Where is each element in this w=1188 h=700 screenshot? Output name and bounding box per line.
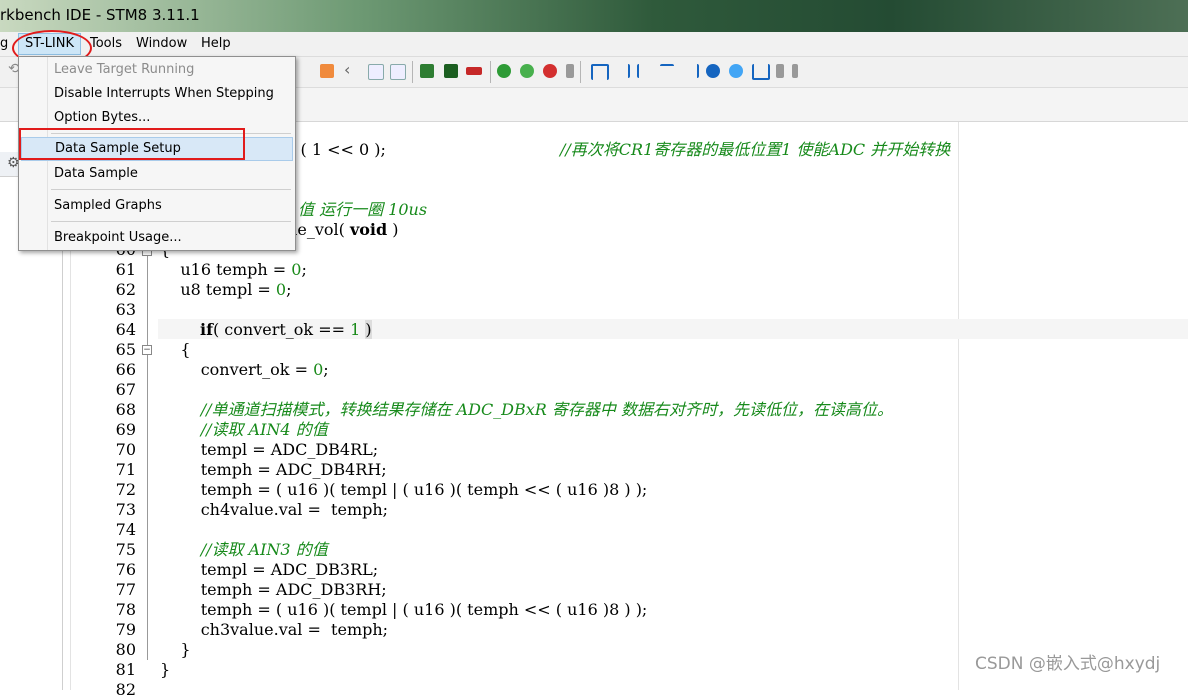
step-out-icon[interactable]	[637, 64, 653, 78]
download-icon[interactable]	[420, 64, 434, 78]
line-number: 73	[115, 500, 136, 519]
line-number: 70	[115, 440, 136, 459]
memory-icon[interactable]	[466, 67, 482, 75]
code-comment-partial: 值 运行一圈 10us	[298, 200, 428, 219]
code-line-partial: ple_vol( void )	[282, 220, 399, 239]
line-number: 71	[115, 460, 136, 479]
step-over-icon[interactable]	[591, 64, 609, 80]
line-number: 68	[115, 400, 136, 419]
play-icon[interactable]	[706, 64, 720, 78]
line-number: 72	[115, 480, 136, 499]
menu-window[interactable]: Window	[136, 36, 187, 51]
menu-item-disable-interrupts[interactable]: Disable Interrupts When Stepping	[21, 83, 291, 105]
next-icon[interactable]	[390, 64, 406, 80]
chevron-down-icon[interactable]	[566, 64, 574, 78]
code-line-partial: = ( 1 << 0 );	[282, 140, 386, 159]
code-comment-partial: //再次将CR1寄存器的最低位置1 使能ADC 并开始转换	[560, 140, 951, 159]
menu-item-sampled-graphs[interactable]: Sampled Graphs	[21, 195, 291, 217]
line-number: 80	[115, 640, 136, 659]
annotation-red-box	[19, 128, 245, 160]
menu-separator	[51, 189, 291, 190]
title-bar: rkbench IDE - STM8 3.11.1	[0, 0, 1188, 32]
toolbar-separator	[580, 61, 581, 83]
load-icon[interactable]	[444, 64, 458, 78]
chevron-down-icon[interactable]	[792, 64, 798, 78]
code-line: temph = ADC_DB4RH;	[160, 460, 387, 479]
line-number: 63	[115, 300, 136, 319]
pause-icon[interactable]	[729, 64, 743, 78]
code-comment: //读取 AIN3 的值	[160, 540, 328, 559]
code-line: if( convert_ok == 1 )	[200, 320, 372, 339]
menu-item-leave-target-running[interactable]: Leave Target Running	[21, 59, 291, 81]
reset-icon[interactable]	[520, 64, 534, 78]
line-number: 81	[115, 660, 136, 679]
line-number: 77	[115, 580, 136, 599]
menu-item-breakpoint-usage[interactable]: Breakpoint Usage...	[21, 227, 291, 249]
code-line: templ = ADC_DB3RL;	[160, 560, 379, 579]
code-line: }	[160, 660, 171, 679]
fold-toggle[interactable]: −	[142, 345, 152, 355]
go-icon[interactable]	[497, 64, 511, 78]
menu-debug[interactable]: g	[0, 36, 8, 51]
toolbar-separator	[412, 61, 413, 83]
code-line: temph = ADC_DB3RH;	[160, 580, 387, 599]
right-margin-line	[958, 122, 959, 690]
code-line: convert_ok = 0;	[160, 360, 329, 379]
line-number: 78	[115, 600, 136, 619]
line-number: 75	[115, 540, 136, 559]
line-number: 79	[115, 620, 136, 639]
fold-guide	[147, 256, 148, 660]
code-line: temph = ( u16 )( templ | ( u16 )( temph …	[160, 480, 648, 499]
line-number: 61	[115, 260, 136, 279]
line-number: 69	[115, 420, 136, 439]
code-line: u16 temph = 0;	[160, 260, 307, 279]
menu-item-option-bytes[interactable]: Option Bytes...	[21, 107, 291, 129]
chevron-left-icon[interactable]: ‹	[344, 60, 358, 79]
return-icon[interactable]	[752, 64, 770, 80]
line-number: 82	[115, 680, 136, 699]
window-title: rkbench IDE - STM8 3.11.1	[0, 6, 200, 24]
code-line: ch3value.val = temph;	[160, 620, 389, 639]
code-line: templ = ADC_DB4RL;	[160, 440, 379, 459]
line-number: 64	[115, 320, 136, 339]
menu-item-data-sample[interactable]: Data Sample	[21, 163, 291, 185]
chevron-down-icon[interactable]	[776, 64, 784, 78]
code-line: temph = ( u16 )( templ | ( u16 )( temph …	[160, 600, 648, 619]
prev-icon[interactable]	[368, 64, 384, 80]
stop-icon[interactable]	[543, 64, 557, 78]
code-line: }	[160, 640, 191, 659]
line-number: 76	[115, 560, 136, 579]
code-line: ch4value.val = temph;	[160, 500, 389, 519]
code-comment: //读取 AIN4 的值	[160, 420, 328, 439]
line-number: 66	[115, 360, 136, 379]
bookmark-icon[interactable]	[320, 64, 334, 78]
code-comment: //单通道扫描模式，转换结果存储在 ADC_DBxR 寄存器中 数据右对齐时，先…	[160, 400, 894, 419]
menu-help[interactable]: Help	[201, 36, 231, 51]
line-number: 67	[115, 380, 136, 399]
window-control-button[interactable]	[733, 0, 767, 28]
menu-tools[interactable]: Tools	[90, 36, 122, 51]
line-number: 74	[115, 520, 136, 539]
code-line: u8 templ = 0;	[160, 280, 292, 299]
watermark: CSDN @嵌入式@hxydj	[975, 654, 1161, 674]
menu-separator	[51, 221, 291, 222]
line-number: 62	[115, 280, 136, 299]
step-instruction-icon[interactable]	[660, 64, 674, 80]
code-line: {	[160, 340, 191, 359]
line-number: 65	[115, 340, 136, 359]
step-into-icon[interactable]	[614, 64, 630, 78]
run-to-cursor-icon[interactable]	[683, 64, 699, 78]
toolbar-separator	[490, 61, 491, 83]
menu-bar: g ST-LINK Tools Window Help	[0, 32, 1188, 57]
